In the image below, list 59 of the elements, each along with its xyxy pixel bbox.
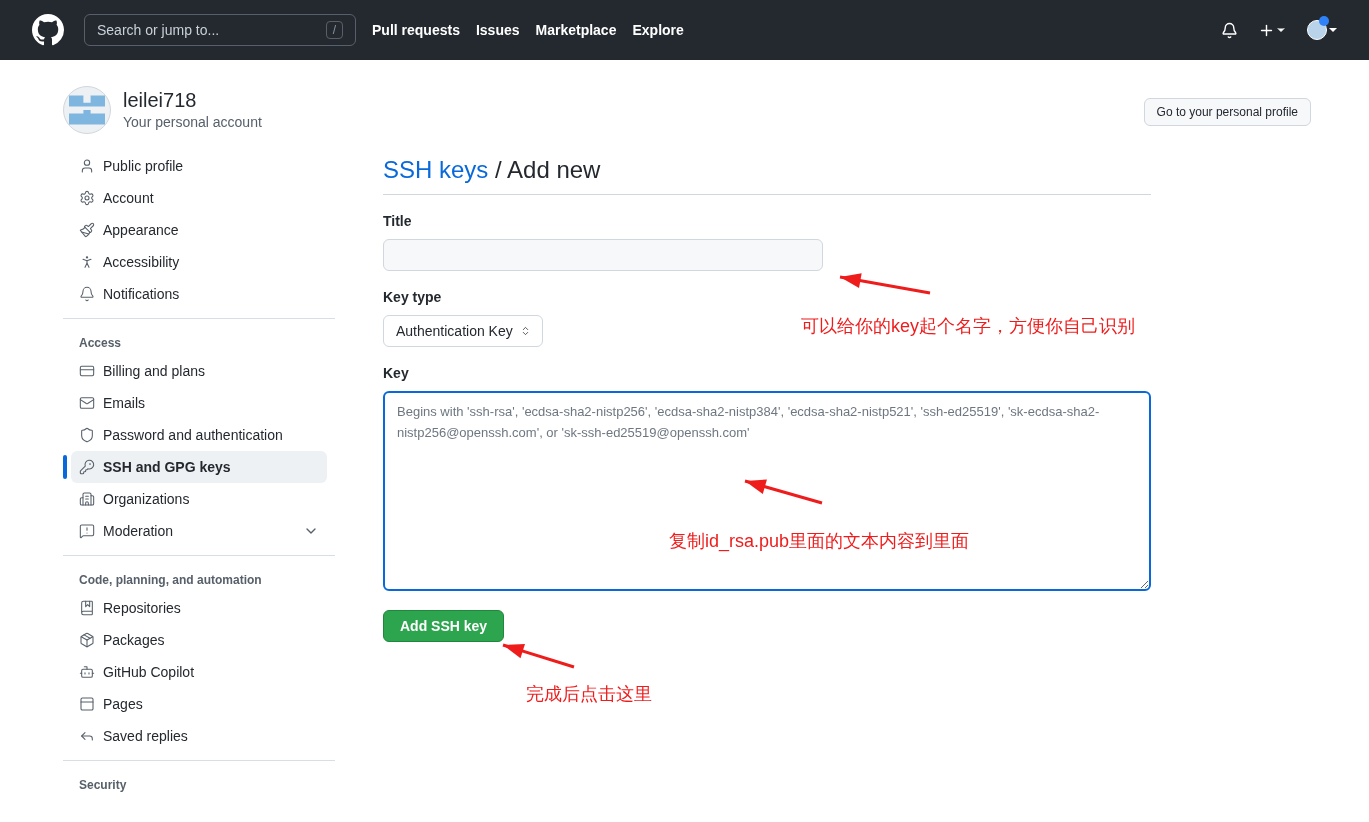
sidebar-item[interactable]: Accessibility	[71, 246, 327, 278]
nav-link[interactable]: Explore	[632, 20, 684, 40]
accessibility-icon	[79, 254, 95, 270]
field-label: Key	[383, 364, 410, 383]
building-icon	[79, 491, 95, 507]
sidebar-item[interactable]: Appearance	[71, 214, 327, 246]
sidebar-item[interactable]: Account	[71, 182, 327, 214]
nav-link[interactable]: Pull requests	[372, 20, 460, 40]
sidebar-item[interactable]: Pages	[71, 688, 327, 720]
sidebar-item[interactable]: Notifications	[71, 278, 327, 310]
sidebar-item[interactable]: Password and authentication	[71, 419, 327, 451]
bell-icon	[79, 286, 95, 302]
sidebar-item[interactable]: Saved replies	[71, 720, 327, 752]
credit-card-icon	[79, 363, 95, 379]
annotation-text: 可以给你的key起个名字，方便你自己识别	[801, 315, 1135, 338]
package-icon	[79, 632, 95, 648]
sidebar-item[interactable]: Organizations	[71, 483, 327, 515]
copilot-icon	[79, 664, 95, 680]
gear-icon	[79, 190, 95, 206]
title-input-field[interactable]	[383, 239, 823, 271]
key-type-select[interactable]: Authentication Key	[383, 315, 543, 347]
sidebar-heading: Code, planning, and automation	[78, 572, 263, 589]
breadcrumb-link[interactable]: SSH keys	[383, 156, 489, 183]
sidebar-item[interactable]: Repositories	[71, 592, 327, 624]
page-title: / Add new	[494, 156, 601, 183]
notifications-icon[interactable]	[1221, 21, 1238, 39]
sidebar-item[interactable]: Packages	[71, 624, 327, 656]
search-field[interactable]: Search or jump to... /	[84, 14, 356, 46]
octocat-logo-icon[interactable]	[32, 14, 64, 46]
sidebar-item[interactable]: Moderation	[71, 515, 327, 547]
browser-icon	[79, 696, 95, 712]
sidebar-item[interactable]: Emails	[71, 387, 327, 419]
field-label: Title	[383, 212, 413, 231]
search-input[interactable]: Search or jump to...	[97, 20, 317, 40]
nav-link[interactable]: Marketplace	[535, 20, 617, 40]
person-icon	[79, 158, 95, 174]
shield-icon	[79, 427, 95, 443]
key-icon	[79, 459, 95, 475]
profile-button[interactable]: Go to your personal profile	[1143, 98, 1311, 126]
annotation-text: 完成后点击这里	[526, 683, 652, 706]
field-label: Key type	[383, 288, 443, 307]
account-name: leilei718	[123, 88, 198, 112]
nav-link[interactable]: Issues	[475, 20, 520, 40]
select-caret-icon	[520, 324, 530, 338]
sidebar-item[interactable]: Public profile	[71, 150, 327, 182]
sidebar-item[interactable]: Billing and plans	[71, 355, 327, 387]
shortcut-key: /	[325, 21, 343, 39]
selected-indicator	[63, 455, 67, 479]
paintbrush-icon	[79, 222, 95, 238]
sidebar-heading: Access	[78, 335, 123, 352]
report-icon	[79, 523, 95, 539]
sidebar-heading: Security	[78, 777, 128, 794]
account-avatar	[63, 86, 111, 134]
sidebar-item[interactable]: SSH and GPG keys	[71, 451, 327, 483]
mail-icon	[79, 395, 95, 411]
sidebar-item[interactable]: GitHub Copilot	[71, 656, 327, 688]
annotation-text: 复制id_rsa.pub里面的文本内容到里面	[669, 530, 970, 554]
repo-icon	[79, 600, 95, 616]
account-subtitle: Your personal account	[123, 113, 262, 132]
